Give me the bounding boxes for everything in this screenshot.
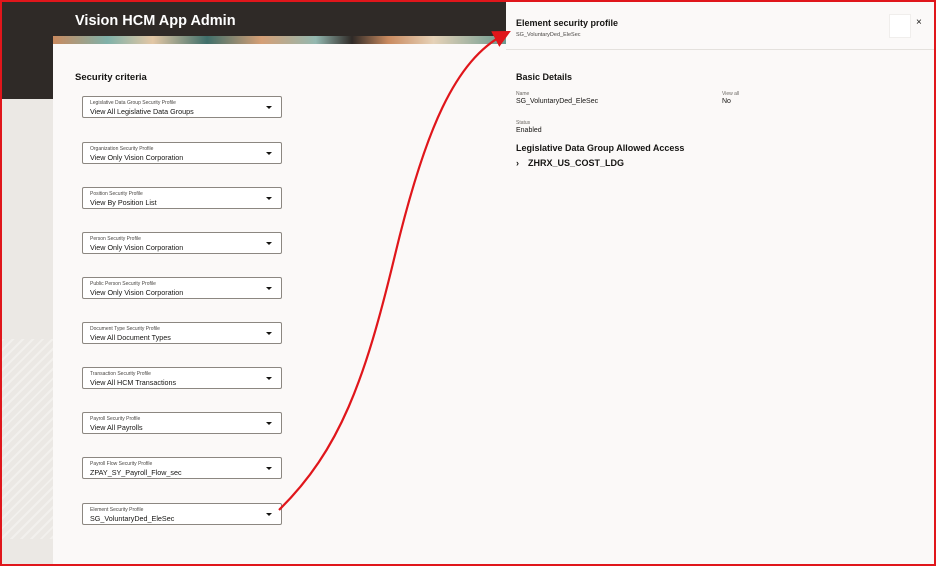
field-label: Document Type Security Profile [90,326,160,332]
transaction-security-profile-select[interactable]: Transaction Security Profile View All HC… [82,367,282,389]
payroll-security-profile-select[interactable]: Payroll Security Profile View All Payrol… [82,412,282,434]
status-value: Enabled [516,127,542,134]
chevron-down-icon[interactable] [266,106,272,109]
close-icon[interactable]: × [916,18,922,28]
header-action-placeholder [889,14,911,38]
chevron-down-icon[interactable] [266,332,272,335]
field-value: View By Position List [90,198,157,207]
chevron-right-icon[interactable]: › [516,158,519,168]
drawer-header: Element security profile SG_VoluntaryDed… [506,2,934,50]
field-value: View All Legislative Data Groups [90,107,194,116]
field-value: View All Document Types [90,333,171,342]
drawer-title: Element security profile [516,18,619,28]
name-value: SG_VoluntaryDed_EleSec [516,98,599,105]
document-type-security-profile-select[interactable]: Document Type Security Profile View All … [82,322,282,344]
ldg-allowed-access-heading: Legislative Data Group Allowed Access [516,143,685,153]
field-label: Element Security Profile [90,507,144,513]
public-person-security-profile-select[interactable]: Public Person Security Profile View Only… [82,277,282,299]
person-security-profile-select[interactable]: Person Security Profile View Only Vision… [82,232,282,254]
field-value: View All Payrolls [90,423,143,432]
field-value: View Only Vision Corporation [90,243,184,252]
payroll-flow-security-profile-select[interactable]: Payroll Flow Security Profile ZPAY_SY_Pa… [82,457,282,479]
section-title: Security criteria [75,72,147,83]
chevron-down-icon[interactable] [266,513,272,516]
security-criteria-panel [53,44,506,564]
field-label: Person Security Profile [90,236,141,242]
status-label: Status [516,120,531,126]
position-security-profile-select[interactable]: Position Security Profile View By Positi… [82,187,282,209]
view-all-label: View all [722,91,740,97]
element-security-profile-drawer: Element security profile SG_VoluntaryDed… [506,2,934,564]
field-label: Payroll Flow Security Profile [90,461,153,467]
chevron-down-icon[interactable] [266,377,272,380]
field-value: SG_VoluntaryDed_EleSec [90,514,175,523]
field-value: View Only Vision Corporation [90,288,184,297]
field-label: Public Person Security Profile [90,281,156,287]
chevron-down-icon[interactable] [266,287,272,290]
legislative-data-group-security-profile-select[interactable]: Legislative Data Group Security Profile … [82,96,282,118]
element-security-profile-select[interactable]: Element Security Profile SG_VoluntaryDed… [82,503,282,525]
header-banner-image [53,36,506,44]
chevron-down-icon[interactable] [266,422,272,425]
ldg-tree-item[interactable]: ZHRX_US_COST_LDG [528,158,624,168]
view-all-value: No [722,98,731,105]
field-value: View All HCM Transactions [90,378,177,387]
organization-security-profile-select[interactable]: Organization Security Profile View Only … [82,142,282,164]
basic-details-heading: Basic Details [516,72,573,82]
chevron-down-icon[interactable] [266,242,272,245]
field-value: ZPAY_SY_Payroll_Flow_sec [90,468,182,477]
field-label: Position Security Profile [90,191,143,197]
field-label: Transaction Security Profile [90,371,151,377]
chevron-down-icon[interactable] [266,152,272,155]
field-label: Payroll Security Profile [90,416,141,422]
app-title: Vision HCM App Admin [75,13,236,29]
chevron-down-icon[interactable] [266,467,272,470]
name-label: Name [516,91,530,97]
left-background [2,99,53,564]
field-value: View Only Vision Corporation [90,153,184,162]
field-label: Organization Security Profile [90,146,154,152]
field-label: Legislative Data Group Security Profile [90,100,176,106]
chevron-down-icon[interactable] [266,197,272,200]
drawer-subtitle: SG_VoluntaryDed_EleSec [516,32,581,38]
